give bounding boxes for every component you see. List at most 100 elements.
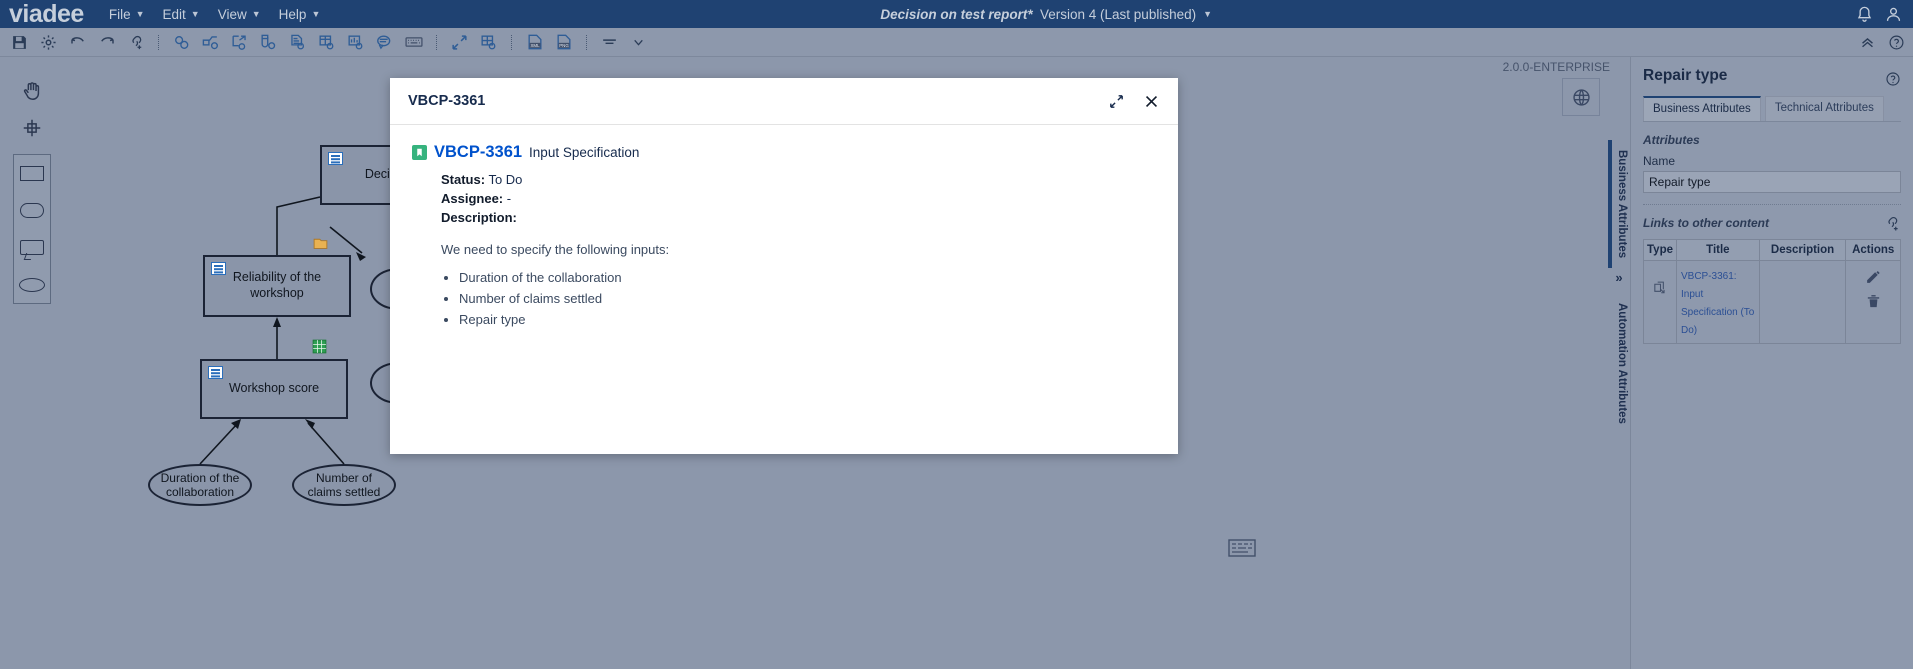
rectangle-shape[interactable] bbox=[13, 155, 51, 192]
menu-help[interactable]: Help ▼ bbox=[270, 0, 330, 28]
share-node-icon[interactable] bbox=[198, 30, 223, 55]
tab-business-attributes[interactable]: Business Attributes bbox=[1643, 96, 1761, 121]
oval-shape[interactable] bbox=[13, 266, 51, 303]
list-item: Repair type bbox=[459, 309, 1156, 330]
tool-palette bbox=[13, 72, 51, 304]
link-title-link[interactable]: VBCP-3361: Input Specification (To Do) bbox=[1681, 271, 1754, 336]
tab-label: Business Attributes bbox=[1653, 103, 1751, 115]
dialog-title: VBCP-3361 bbox=[408, 93, 486, 109]
issue-status-row: Status: To Do bbox=[441, 171, 1156, 190]
toolbar-divider bbox=[158, 34, 159, 50]
globe-icon bbox=[1571, 87, 1592, 108]
align-lines-icon[interactable] bbox=[597, 30, 622, 55]
issue-type-label: Input Specification bbox=[529, 145, 640, 160]
folder-tab-icon[interactable] bbox=[312, 235, 329, 252]
expand-panel-icon[interactable]: » bbox=[1608, 268, 1630, 293]
export-xml-icon[interactable]: XML bbox=[522, 30, 547, 55]
user-icon[interactable] bbox=[1884, 5, 1903, 24]
cell-title: VBCP-3361: Input Specification (To Do) bbox=[1676, 260, 1760, 344]
vertical-tab-label: Automation Attributes bbox=[1616, 303, 1628, 425]
table-grid-icon[interactable] bbox=[314, 30, 339, 55]
column-type: Type bbox=[1643, 239, 1677, 261]
note-icon bbox=[20, 240, 44, 255]
chart-bar-icon[interactable] bbox=[343, 30, 368, 55]
attach-clip-icon[interactable] bbox=[256, 30, 281, 55]
issue-assignee-value: - bbox=[506, 190, 512, 206]
export-box-icon[interactable] bbox=[227, 30, 252, 55]
issue-assignee-row: Assignee: - bbox=[441, 190, 1156, 209]
name-field-label: Name bbox=[1643, 154, 1676, 168]
help-circle-icon[interactable] bbox=[1888, 34, 1905, 51]
oval-icon bbox=[19, 277, 45, 292]
document-icon[interactable] bbox=[285, 30, 310, 55]
close-icon[interactable] bbox=[1143, 93, 1160, 110]
chevron-down-icon[interactable] bbox=[626, 30, 651, 55]
menu-help-label: Help bbox=[278, 6, 307, 22]
vertical-tab-label: Business Attributes bbox=[1616, 150, 1628, 259]
delete-trash-icon[interactable] bbox=[1850, 293, 1896, 310]
export-png-icon[interactable]: PNG bbox=[551, 30, 576, 55]
column-actions: Actions bbox=[1845, 239, 1901, 261]
crosshair-icon bbox=[21, 117, 43, 139]
menu-view[interactable]: View ▼ bbox=[209, 0, 270, 28]
keyboard-icon[interactable] bbox=[401, 30, 426, 55]
vertical-tab-automation-attributes[interactable]: Automation Attributes bbox=[1608, 293, 1632, 434]
chevron-down-icon: ▼ bbox=[135, 9, 145, 19]
linked-pages-icon bbox=[1648, 280, 1672, 297]
vertical-tab-business-attributes[interactable]: Business Attributes bbox=[1608, 140, 1632, 269]
issue-description-row: Description: bbox=[441, 209, 1156, 228]
undo-icon[interactable] bbox=[65, 30, 90, 55]
rounded-rectangle-icon bbox=[20, 203, 44, 218]
note-shape[interactable] bbox=[13, 229, 51, 266]
link-add-icon[interactable] bbox=[1883, 214, 1901, 232]
chevron-down-icon: ▼ bbox=[251, 9, 261, 19]
cell-actions bbox=[1845, 260, 1901, 344]
input-specification-icon bbox=[412, 145, 427, 160]
issue-status-value: To Do bbox=[488, 172, 523, 187]
version-selector[interactable]: Version 4 (Last published) ▼ bbox=[1040, 0, 1212, 28]
minimap-toggle-icon[interactable] bbox=[1228, 537, 1256, 559]
save-icon[interactable] bbox=[7, 30, 32, 55]
hand-pan-tool[interactable] bbox=[13, 72, 51, 109]
name-input[interactable] bbox=[1643, 171, 1901, 193]
tab-technical-attributes[interactable]: Technical Attributes bbox=[1764, 96, 1884, 121]
toolbar-divider bbox=[436, 34, 437, 50]
redo-icon[interactable] bbox=[94, 30, 119, 55]
help-circle-icon[interactable] bbox=[1885, 71, 1901, 87]
settings-gear-icon[interactable] bbox=[36, 30, 61, 55]
collapse-up-icon[interactable] bbox=[1859, 34, 1876, 51]
issue-fields: Status: To Do Assignee: - Description: bbox=[441, 171, 1156, 228]
edit-pencil-icon[interactable] bbox=[1850, 268, 1896, 285]
menu-bar-right-actions bbox=[1855, 0, 1913, 28]
link-add-icon[interactable] bbox=[123, 30, 148, 55]
chevron-down-icon: ▼ bbox=[311, 9, 321, 19]
toolbar-divider bbox=[586, 34, 587, 50]
issue-description-label: Description: bbox=[441, 209, 517, 225]
crosshair-select-tool[interactable] bbox=[13, 109, 51, 146]
issue-status-label: Status: bbox=[441, 172, 486, 187]
comment-icon[interactable] bbox=[372, 30, 397, 55]
menu-file-label: File bbox=[108, 6, 131, 22]
spreadsheet-icon[interactable] bbox=[311, 338, 328, 355]
list-item: Duration of the collaboration bbox=[459, 267, 1156, 288]
chevron-down-icon: ▼ bbox=[1203, 9, 1213, 19]
cell-description bbox=[1758, 260, 1847, 344]
brand-logo: viadee bbox=[9, 0, 84, 28]
expand-diagonal-icon[interactable] bbox=[1108, 93, 1125, 110]
links-table: Type Title Description Actions VBCP-3361… bbox=[1643, 239, 1901, 344]
language-globe-button[interactable] bbox=[1562, 78, 1600, 116]
layout-grid-icon[interactable] bbox=[476, 30, 501, 55]
dialog-body: VBCP-3361 Input Specification Status: To… bbox=[390, 125, 1178, 348]
hand-icon bbox=[21, 80, 43, 102]
rounded-rectangle-shape[interactable] bbox=[13, 192, 51, 229]
list-item: Number of claims settled bbox=[459, 288, 1156, 309]
fullscreen-arrows-icon[interactable] bbox=[447, 30, 472, 55]
link-pair-icon[interactable] bbox=[169, 30, 194, 55]
column-title: Title bbox=[1676, 239, 1760, 261]
issue-key-link[interactable]: VBCP-3361 bbox=[434, 143, 522, 162]
bell-icon[interactable] bbox=[1855, 5, 1874, 24]
dialog-header-actions bbox=[1108, 93, 1160, 110]
menu-edit[interactable]: Edit ▼ bbox=[154, 0, 209, 28]
dialog-header: VBCP-3361 bbox=[390, 78, 1178, 125]
menu-file[interactable]: File ▼ bbox=[100, 0, 154, 28]
